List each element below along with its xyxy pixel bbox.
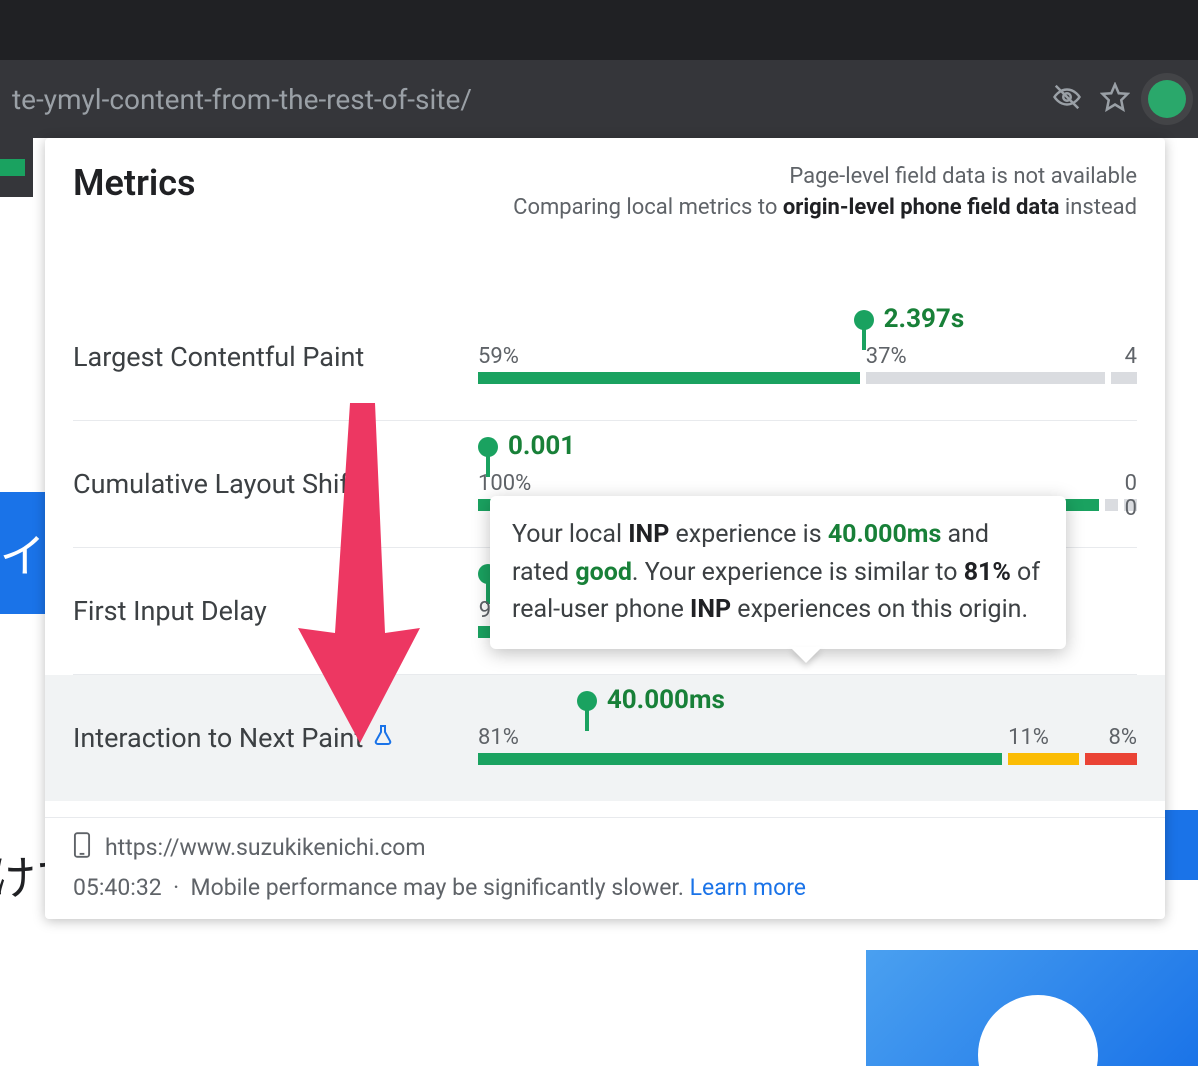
timestamp: 05:40:32	[73, 874, 162, 901]
extension-badge[interactable]	[1148, 80, 1186, 118]
segment-label: 59%	[478, 344, 860, 369]
metric-row[interactable]: Largest Contentful Paint2.397s59%37%4	[73, 294, 1137, 421]
learn-more-link[interactable]: Learn more	[690, 874, 806, 901]
metric-value: 0.001	[508, 431, 575, 461]
metrics-heading: Metrics	[73, 162, 196, 204]
metric-value: 2.397s	[884, 304, 965, 334]
perf-note: Mobile performance may be significantly …	[191, 874, 684, 901]
note-line: Page-level field data is not available	[513, 162, 1137, 193]
bar-segment	[478, 372, 860, 384]
bg-decoration	[0, 159, 25, 176]
metric-name: Largest Contentful Paint	[73, 341, 478, 373]
bg-page-fragment: イ	[0, 492, 45, 614]
metric-name: Cumulative Layout Shift	[73, 468, 478, 500]
metric-row[interactable]: Interaction to Next Paint40.000ms81%11%8…	[45, 675, 1165, 801]
bar-segment	[478, 753, 1002, 765]
mobile-device-icon	[73, 832, 91, 864]
bar-segment	[1008, 753, 1079, 765]
bar-segment	[1111, 372, 1137, 384]
popup-footer: https://www.suzukikenichi.com 05:40:32 ·…	[45, 817, 1165, 919]
bar-segment	[1085, 753, 1137, 765]
bar-segment	[866, 372, 1105, 384]
browser-toolbar: te-ymyl-content-from-the-rest-of-site/	[0, 60, 1198, 138]
segment-label: 0 0	[1124, 471, 1137, 521]
segment-label: 37%	[866, 344, 1105, 369]
metric-bar: 40.000ms81%11%8%	[478, 711, 1137, 765]
metric-marker	[577, 691, 597, 711]
segment-label: 11%	[1008, 725, 1079, 750]
metric-name: Interaction to Next Paint	[73, 722, 478, 754]
incognito-off-icon[interactable]	[1052, 82, 1082, 116]
metric-bar: 2.397s59%37%4	[478, 330, 1137, 384]
address-bar-text[interactable]: te-ymyl-content-from-the-rest-of-site/	[12, 83, 1032, 116]
metric-marker	[478, 437, 498, 457]
metric-marker	[854, 310, 874, 330]
field-data-note: Page-level field data is not available C…	[513, 162, 1137, 224]
note-line: Comparing local metrics to origin-level …	[513, 193, 1137, 224]
inp-tooltip: Your local INP experience is 40.000ms an…	[490, 496, 1066, 649]
bookmark-star-icon[interactable]	[1100, 82, 1130, 116]
segment-label	[1105, 471, 1118, 521]
browser-tab-strip	[0, 0, 1198, 60]
experimental-flask-icon	[371, 722, 395, 754]
segment-label: 81%	[478, 725, 1002, 750]
metric-value: 40.000ms	[607, 685, 725, 715]
segment-label: 8%	[1085, 725, 1137, 750]
metric-name: First Input Delay	[73, 595, 478, 627]
web-vitals-popup: Metrics Page-level field data is not ava…	[45, 138, 1165, 919]
segment-label: 4	[1111, 344, 1137, 369]
origin-url: https://www.suzukikenichi.com	[105, 834, 426, 861]
